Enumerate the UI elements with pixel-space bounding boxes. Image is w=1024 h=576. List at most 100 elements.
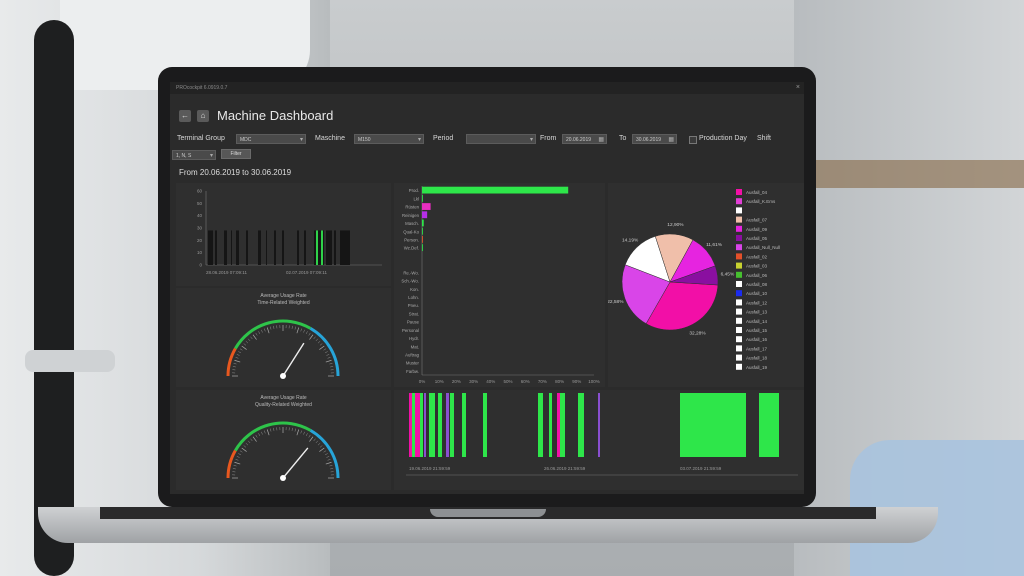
close-icon[interactable]: × bbox=[796, 82, 800, 94]
gauge-tick bbox=[327, 357, 331, 359]
y-tick-label: 30 bbox=[197, 226, 203, 231]
machine-value: M150 bbox=[358, 137, 371, 143]
legend-swatch bbox=[736, 225, 742, 232]
gauge-tick bbox=[325, 461, 332, 465]
gauge-tick bbox=[294, 428, 296, 432]
status-segment bbox=[557, 393, 560, 457]
failure-pie-svg: 32,28% 22,58% 14,19% 12,90% 11,61% 6,45% Ausfa… bbox=[607, 189, 780, 370]
legend-swatch bbox=[736, 317, 742, 324]
gauge-tick bbox=[241, 345, 247, 350]
gauge-tick bbox=[309, 436, 314, 442]
gauge-tick bbox=[313, 336, 316, 340]
legend-swatch bbox=[736, 327, 742, 333]
from-date-value: 20.06.2019 bbox=[566, 137, 592, 143]
bar bbox=[422, 186, 569, 194]
gauge-tick bbox=[238, 351, 242, 354]
gauge-tick bbox=[329, 363, 333, 365]
legend-label: Ausfall_K.Ems bbox=[746, 199, 776, 204]
timeline-bar bbox=[334, 230, 336, 265]
legend-label: Ausfall_02 bbox=[746, 254, 768, 259]
gauge-tick bbox=[234, 461, 241, 465]
category-label: Wz.Def. bbox=[404, 246, 419, 251]
gauge-tick bbox=[329, 465, 333, 467]
period-label: Period bbox=[433, 135, 454, 142]
timeline-bar bbox=[282, 230, 284, 265]
gauge-tick bbox=[266, 327, 270, 334]
app-window: PROcockpit 6.0919.0.7 × ← ⌂ Machine Dash… bbox=[170, 82, 804, 494]
legend-label: Ausfall_12 bbox=[746, 300, 768, 305]
gauge-tick bbox=[239, 450, 243, 453]
gauge-tick bbox=[303, 329, 305, 333]
gauge-tick bbox=[266, 429, 270, 436]
gauge-tick bbox=[250, 336, 253, 340]
status-segment bbox=[462, 393, 466, 457]
gauge-tick bbox=[236, 354, 240, 356]
filter-button[interactable]: Filter bbox=[221, 149, 251, 159]
status-segment bbox=[759, 393, 779, 457]
gauge-tick bbox=[296, 429, 300, 436]
timeline-bar bbox=[246, 230, 248, 265]
gauge-tick bbox=[324, 453, 328, 456]
status-segment bbox=[438, 393, 442, 457]
bar bbox=[422, 227, 423, 235]
gauge-tick bbox=[309, 334, 314, 340]
home-button[interactable]: ⌂ bbox=[197, 110, 209, 122]
pie-slice-label: 22,58% bbox=[608, 299, 624, 305]
timeline-bar bbox=[316, 230, 318, 265]
category-label: Reinigen bbox=[402, 213, 420, 218]
gauge-tick bbox=[319, 447, 325, 452]
gauge-tick bbox=[323, 348, 327, 351]
period-select[interactable]: ▾ bbox=[466, 134, 536, 144]
pie-slice-label: 32,28% bbox=[689, 331, 706, 337]
gauge-tick bbox=[315, 440, 319, 444]
terminal-group-select[interactable]: MDC ▾ bbox=[236, 134, 306, 144]
gauge-quality-weighted: Average Usage Rate Quality-Related Weigh… bbox=[176, 390, 391, 490]
status-segment bbox=[424, 393, 426, 457]
legend-label: Ausfall_08 bbox=[746, 282, 768, 287]
x-tick-label: 02.07.2019 07:09:11 bbox=[286, 270, 327, 275]
gauge-needle bbox=[282, 447, 309, 479]
legend-swatch bbox=[736, 262, 742, 269]
gauge-tick bbox=[305, 331, 308, 335]
gauge-tick bbox=[317, 340, 321, 344]
legend-swatch bbox=[736, 354, 742, 361]
shift-select[interactable]: 1, N, S ▾ bbox=[172, 150, 216, 160]
from-date-input[interactable]: 20.06.2019 ▦ bbox=[562, 134, 607, 144]
x-tick-label: 50% bbox=[503, 379, 512, 384]
legend-swatch bbox=[736, 299, 742, 306]
category-label: Person. bbox=[404, 237, 419, 242]
gauge-dial bbox=[226, 421, 340, 481]
gauge-tick bbox=[234, 359, 241, 363]
gauge-tick bbox=[317, 442, 321, 446]
machine-select[interactable]: M150 ▾ bbox=[354, 134, 424, 144]
timeline-bar bbox=[326, 230, 332, 265]
legend-swatch bbox=[736, 235, 742, 241]
y-tick-label: 0 bbox=[199, 263, 202, 268]
background-cable-clamp bbox=[25, 350, 115, 372]
category-label: Prod. bbox=[409, 188, 419, 193]
terminal-group-value: MDC bbox=[240, 137, 252, 143]
gauge-needle bbox=[282, 342, 305, 377]
gauge-tick bbox=[273, 427, 275, 431]
gauge-tick bbox=[273, 325, 275, 329]
gauge-tick bbox=[255, 434, 258, 438]
gauge-tick bbox=[236, 456, 240, 458]
gauge-arc bbox=[226, 449, 237, 479]
legend-swatch bbox=[736, 207, 742, 214]
gauge-tick bbox=[252, 436, 257, 442]
gauge-tick bbox=[305, 433, 308, 437]
category-label: Sch.-Wo. bbox=[401, 279, 419, 284]
x-tick-label: 30% bbox=[469, 379, 478, 384]
gauge-tick bbox=[330, 366, 334, 368]
legend-label: Ausfall_07 bbox=[746, 218, 768, 223]
to-date-input[interactable]: 30.06.2019 ▦ bbox=[632, 134, 677, 144]
gauge-tick bbox=[255, 332, 258, 336]
legend-label: Ausfall_10 bbox=[746, 291, 768, 296]
back-button[interactable]: ← bbox=[179, 110, 191, 122]
production-day-checkbox[interactable] bbox=[689, 136, 697, 144]
bar bbox=[422, 219, 424, 227]
gauge-tick bbox=[319, 345, 325, 350]
gauge-tick bbox=[326, 354, 330, 356]
gauge-tick bbox=[323, 450, 327, 453]
gauge-tick bbox=[247, 338, 251, 342]
